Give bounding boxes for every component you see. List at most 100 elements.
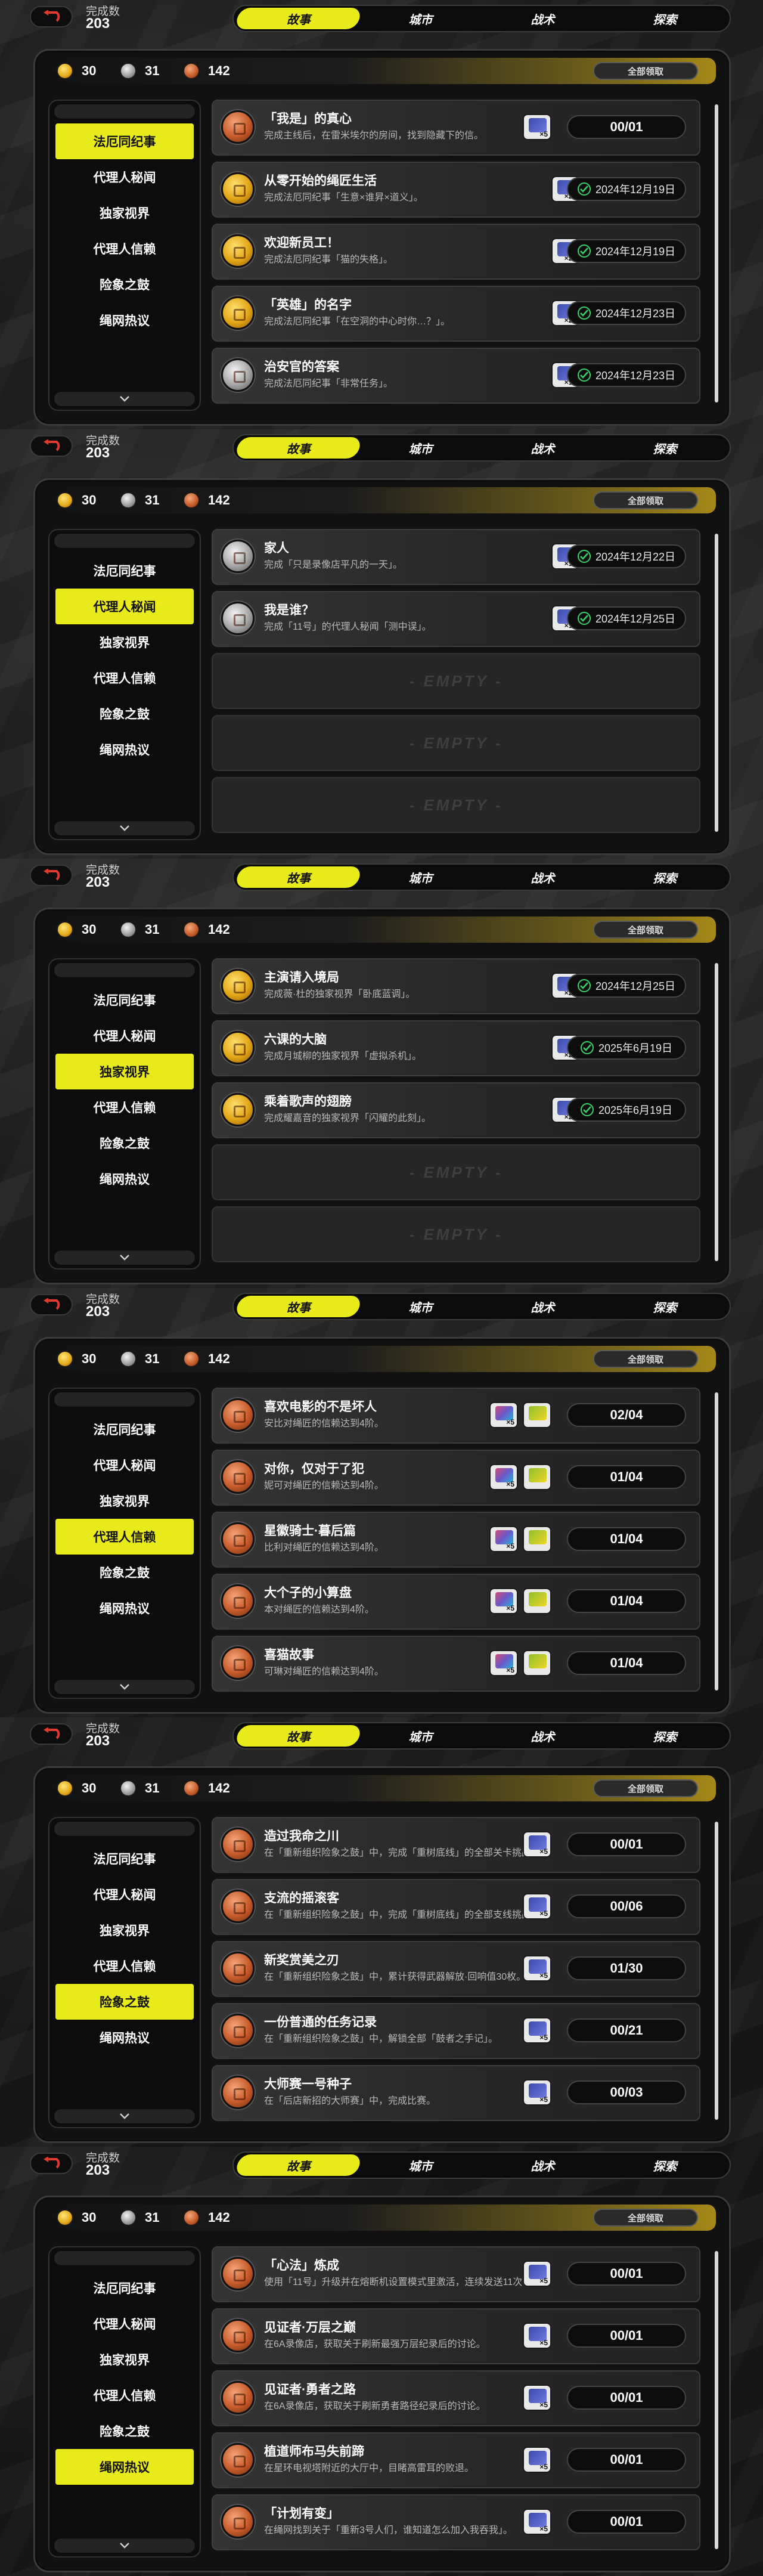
sidebar-item-2[interactable]: 独家视界 <box>55 1054 194 1089</box>
claim-all-button[interactable]: 全部领取 <box>593 2209 698 2227</box>
achievement-row[interactable]: 支流的摇滚客 在「重新组织险象之鼓」中，完成「重树底线」的全部支线挑战。 ×5 00/… <box>212 1879 700 1935</box>
achievement-row[interactable]: 星徽骑士·暮后篇 比利对绳匠的信赖达到4阶。 ×5 01/04 <box>212 1512 700 1568</box>
scroll-thumb[interactable] <box>715 1392 718 1690</box>
achievement-row[interactable]: 「我是」的真心 完成主线后，在雷米埃尔的房间，找到隐藏下的信。 ×5 00/01 <box>212 100 700 156</box>
sidebar-item-4[interactable]: 险象之鼓 <box>55 267 194 302</box>
back-button[interactable] <box>30 865 73 886</box>
sidebar-item-2[interactable]: 独家视界 <box>55 1912 194 1948</box>
sidebar-item-5[interactable]: 绳网热议 <box>55 1590 194 1626</box>
list-scrollbar[interactable] <box>715 2251 718 2549</box>
sidebar-item-5[interactable]: 绳网热议 <box>55 1161 194 1197</box>
back-button[interactable] <box>30 1723 73 1745</box>
tab-3[interactable]: 探索 <box>604 437 726 459</box>
achievement-row[interactable]: 「心法」炼成 使用「11号」升级并在熔断机设置模式里激活，连续发送11次以上。 ×5… <box>212 2246 700 2302</box>
achievement-row[interactable]: 喜欢电影的不是坏人 安比对绳匠的信赖达到4阶。 ×5 02/04 <box>212 1388 700 1444</box>
reward-item[interactable] <box>523 1526 551 1552</box>
sidebar-scroll-down[interactable] <box>54 1250 195 1265</box>
claim-all-button[interactable]: 全部领取 <box>593 62 698 80</box>
sidebar-item-2[interactable]: 独家视界 <box>55 2342 194 2377</box>
scroll-thumb[interactable] <box>715 2251 718 2549</box>
tab-2[interactable]: 战术 <box>482 1725 604 1747</box>
tab-1[interactable]: 城市 <box>359 1296 482 1317</box>
reward-item[interactable]: ×5 <box>489 1526 518 1552</box>
reward-item[interactable]: ×5 <box>523 2385 551 2411</box>
reward-item[interactable]: ×5 <box>489 1650 518 1676</box>
achievement-row[interactable]: 乘着歌声的翅膀完成耀嘉音的独家视界「闪耀的此刻」。×202025年6月19日 <box>212 1082 700 1138</box>
reward-item[interactable]: ×5 <box>523 2017 551 2044</box>
achievement-row[interactable]: 新奖赏美之刃 在「重新组织险象之鼓」中，累计获得武器解放·回响值30枚。 ×5 01/… <box>212 1941 700 1997</box>
reward-item[interactable]: ×5 <box>523 1831 551 1857</box>
sidebar-scroll-down[interactable] <box>54 392 195 406</box>
sidebar-item-2[interactable]: 独家视界 <box>55 195 194 231</box>
sidebar-item-5[interactable]: 绳网热议 <box>55 2449 194 2485</box>
sidebar-item-1[interactable]: 代理人秘闻 <box>55 589 194 624</box>
sidebar-item-3[interactable]: 代理人信赖 <box>55 231 194 267</box>
back-button[interactable] <box>30 6 73 27</box>
sidebar-item-0[interactable]: 法厄同纪事 <box>55 123 194 159</box>
tab-1[interactable]: 城市 <box>359 437 482 459</box>
list-scrollbar[interactable] <box>715 1822 718 2120</box>
sidebar-item-3[interactable]: 代理人信赖 <box>55 1089 194 1125</box>
tab-1[interactable]: 城市 <box>359 1725 482 1747</box>
tab-3[interactable]: 探索 <box>604 1725 726 1747</box>
reward-item[interactable]: ×5 <box>523 1955 551 1981</box>
achievement-row[interactable]: 一份普通的任务记录 在「重新组织险象之鼓」中，解锁全部「鼓者之手记」。 ×5 00/2… <box>212 2003 700 2059</box>
achievement-row[interactable]: 治安官的答案完成法厄同纪事「非常任务」。×102024年12月23日 <box>212 348 700 404</box>
tab-2[interactable]: 战术 <box>482 8 604 29</box>
tab-2[interactable]: 战术 <box>482 2154 604 2176</box>
achievement-row[interactable]: 「英雄」的名字完成法厄同纪事「在空洞的中心时你…？」。×202024年12月23… <box>212 286 700 342</box>
sidebar-item-5[interactable]: 绳网热议 <box>55 302 194 338</box>
back-button[interactable] <box>30 1294 73 1315</box>
sidebar-scroll-down[interactable] <box>54 821 195 835</box>
sidebar-scroll-down[interactable] <box>54 2109 195 2123</box>
sidebar-item-4[interactable]: 险象之鼓 <box>55 1125 194 1161</box>
scroll-thumb[interactable] <box>715 1822 718 2120</box>
reward-item[interactable]: ×5 <box>489 1588 518 1614</box>
sidebar-item-4[interactable]: 险象之鼓 <box>55 696 194 732</box>
tab-3[interactable]: 探索 <box>604 8 726 29</box>
achievement-row[interactable]: 对你，仅对于了犯 妮可对绳匠的信赖达到4阶。 ×5 01/04 <box>212 1450 700 1506</box>
reward-item[interactable]: ×5 <box>523 114 551 140</box>
sidebar-item-1[interactable]: 代理人秘闻 <box>55 1877 194 1912</box>
achievement-row[interactable]: 见证者·勇者之路 在6A录像店，获取关于刷新勇者路径纪录后的讨论。 ×5 00/01 <box>212 2370 700 2426</box>
reward-item[interactable] <box>523 1588 551 1614</box>
reward-item[interactable] <box>523 1402 551 1428</box>
achievement-row[interactable]: 从零开始的绳匠生活完成法厄同纪事「生意×谁昇×道义」。×202024年12月19… <box>212 162 700 218</box>
tab-1[interactable]: 城市 <box>359 2154 482 2176</box>
achievement-row[interactable]: 主演请入境局完成薇·杜的独家视界「卧底蓝调」。×202024年12月25日 <box>212 958 700 1014</box>
sidebar-item-0[interactable]: 法厄同纪事 <box>55 1411 194 1447</box>
achievement-row[interactable]: 六课的大脑完成月城柳的独家视界「虚拟杀机」。×202025年6月19日 <box>212 1020 700 1076</box>
achievement-row[interactable]: 造过我命之川 在「重新组织险象之鼓」中，完成「重树底线」的全部关卡挑战。 ×5 00/… <box>212 1817 700 1873</box>
tab-2[interactable]: 战术 <box>482 1296 604 1317</box>
scroll-thumb[interactable] <box>715 963 718 1261</box>
achievement-row[interactable]: 欢迎新员工！完成法厄同纪事「猫的失格」。×202024年12月19日 <box>212 224 700 280</box>
claim-all-button[interactable]: 全部领取 <box>593 491 698 509</box>
sidebar-item-4[interactable]: 险象之鼓 <box>55 2413 194 2449</box>
achievement-row[interactable]: 我是谁？完成「11号」的代理人秘闻「测中误」。×102024年12月25日 <box>212 591 700 647</box>
sidebar-item-0[interactable]: 法厄同纪事 <box>55 2270 194 2306</box>
achievement-row[interactable]: 喜猫故事 可琳对绳匠的信赖达到4阶。 ×5 01/04 <box>212 1636 700 1692</box>
tab-3[interactable]: 探索 <box>604 2154 726 2176</box>
sidebar-item-3[interactable]: 代理人信赖 <box>55 1948 194 1984</box>
reward-item[interactable]: ×5 <box>523 2261 551 2287</box>
tab-3[interactable]: 探索 <box>604 1296 726 1317</box>
sidebar-item-0[interactable]: 法厄同纪事 <box>55 982 194 1018</box>
sidebar-item-2[interactable]: 独家视界 <box>55 1483 194 1519</box>
tab-2[interactable]: 战术 <box>482 437 604 459</box>
sidebar-item-4[interactable]: 险象之鼓 <box>55 1555 194 1590</box>
sidebar-item-1[interactable]: 代理人秘闻 <box>55 2306 194 2342</box>
sidebar-item-3[interactable]: 代理人信赖 <box>55 660 194 696</box>
reward-item[interactable]: ×5 <box>489 1402 518 1428</box>
sidebar-item-5[interactable]: 绳网热议 <box>55 732 194 767</box>
tab-0[interactable]: 故事 <box>234 1725 362 1747</box>
achievement-row[interactable]: 大师赛一号种子 在「后店新招的大师赛」中，完成比赛。 ×5 00/03 <box>212 2065 700 2121</box>
sidebar-item-2[interactable]: 独家视界 <box>55 624 194 660</box>
achievement-row[interactable]: 见证者·万层之巅 在6A录像店，获取关于刷新最强万层纪录后的讨论。 ×5 00/01 <box>212 2308 700 2364</box>
back-button[interactable] <box>30 435 73 457</box>
scroll-thumb[interactable] <box>715 534 718 832</box>
tab-1[interactable]: 城市 <box>359 8 482 29</box>
reward-item[interactable] <box>523 1650 551 1676</box>
sidebar-item-4[interactable]: 险象之鼓 <box>55 1984 194 2020</box>
achievement-row[interactable]: 家人完成「只是录像店平凡的一天」。×102024年12月22日 <box>212 529 700 585</box>
tab-0[interactable]: 故事 <box>234 866 362 888</box>
